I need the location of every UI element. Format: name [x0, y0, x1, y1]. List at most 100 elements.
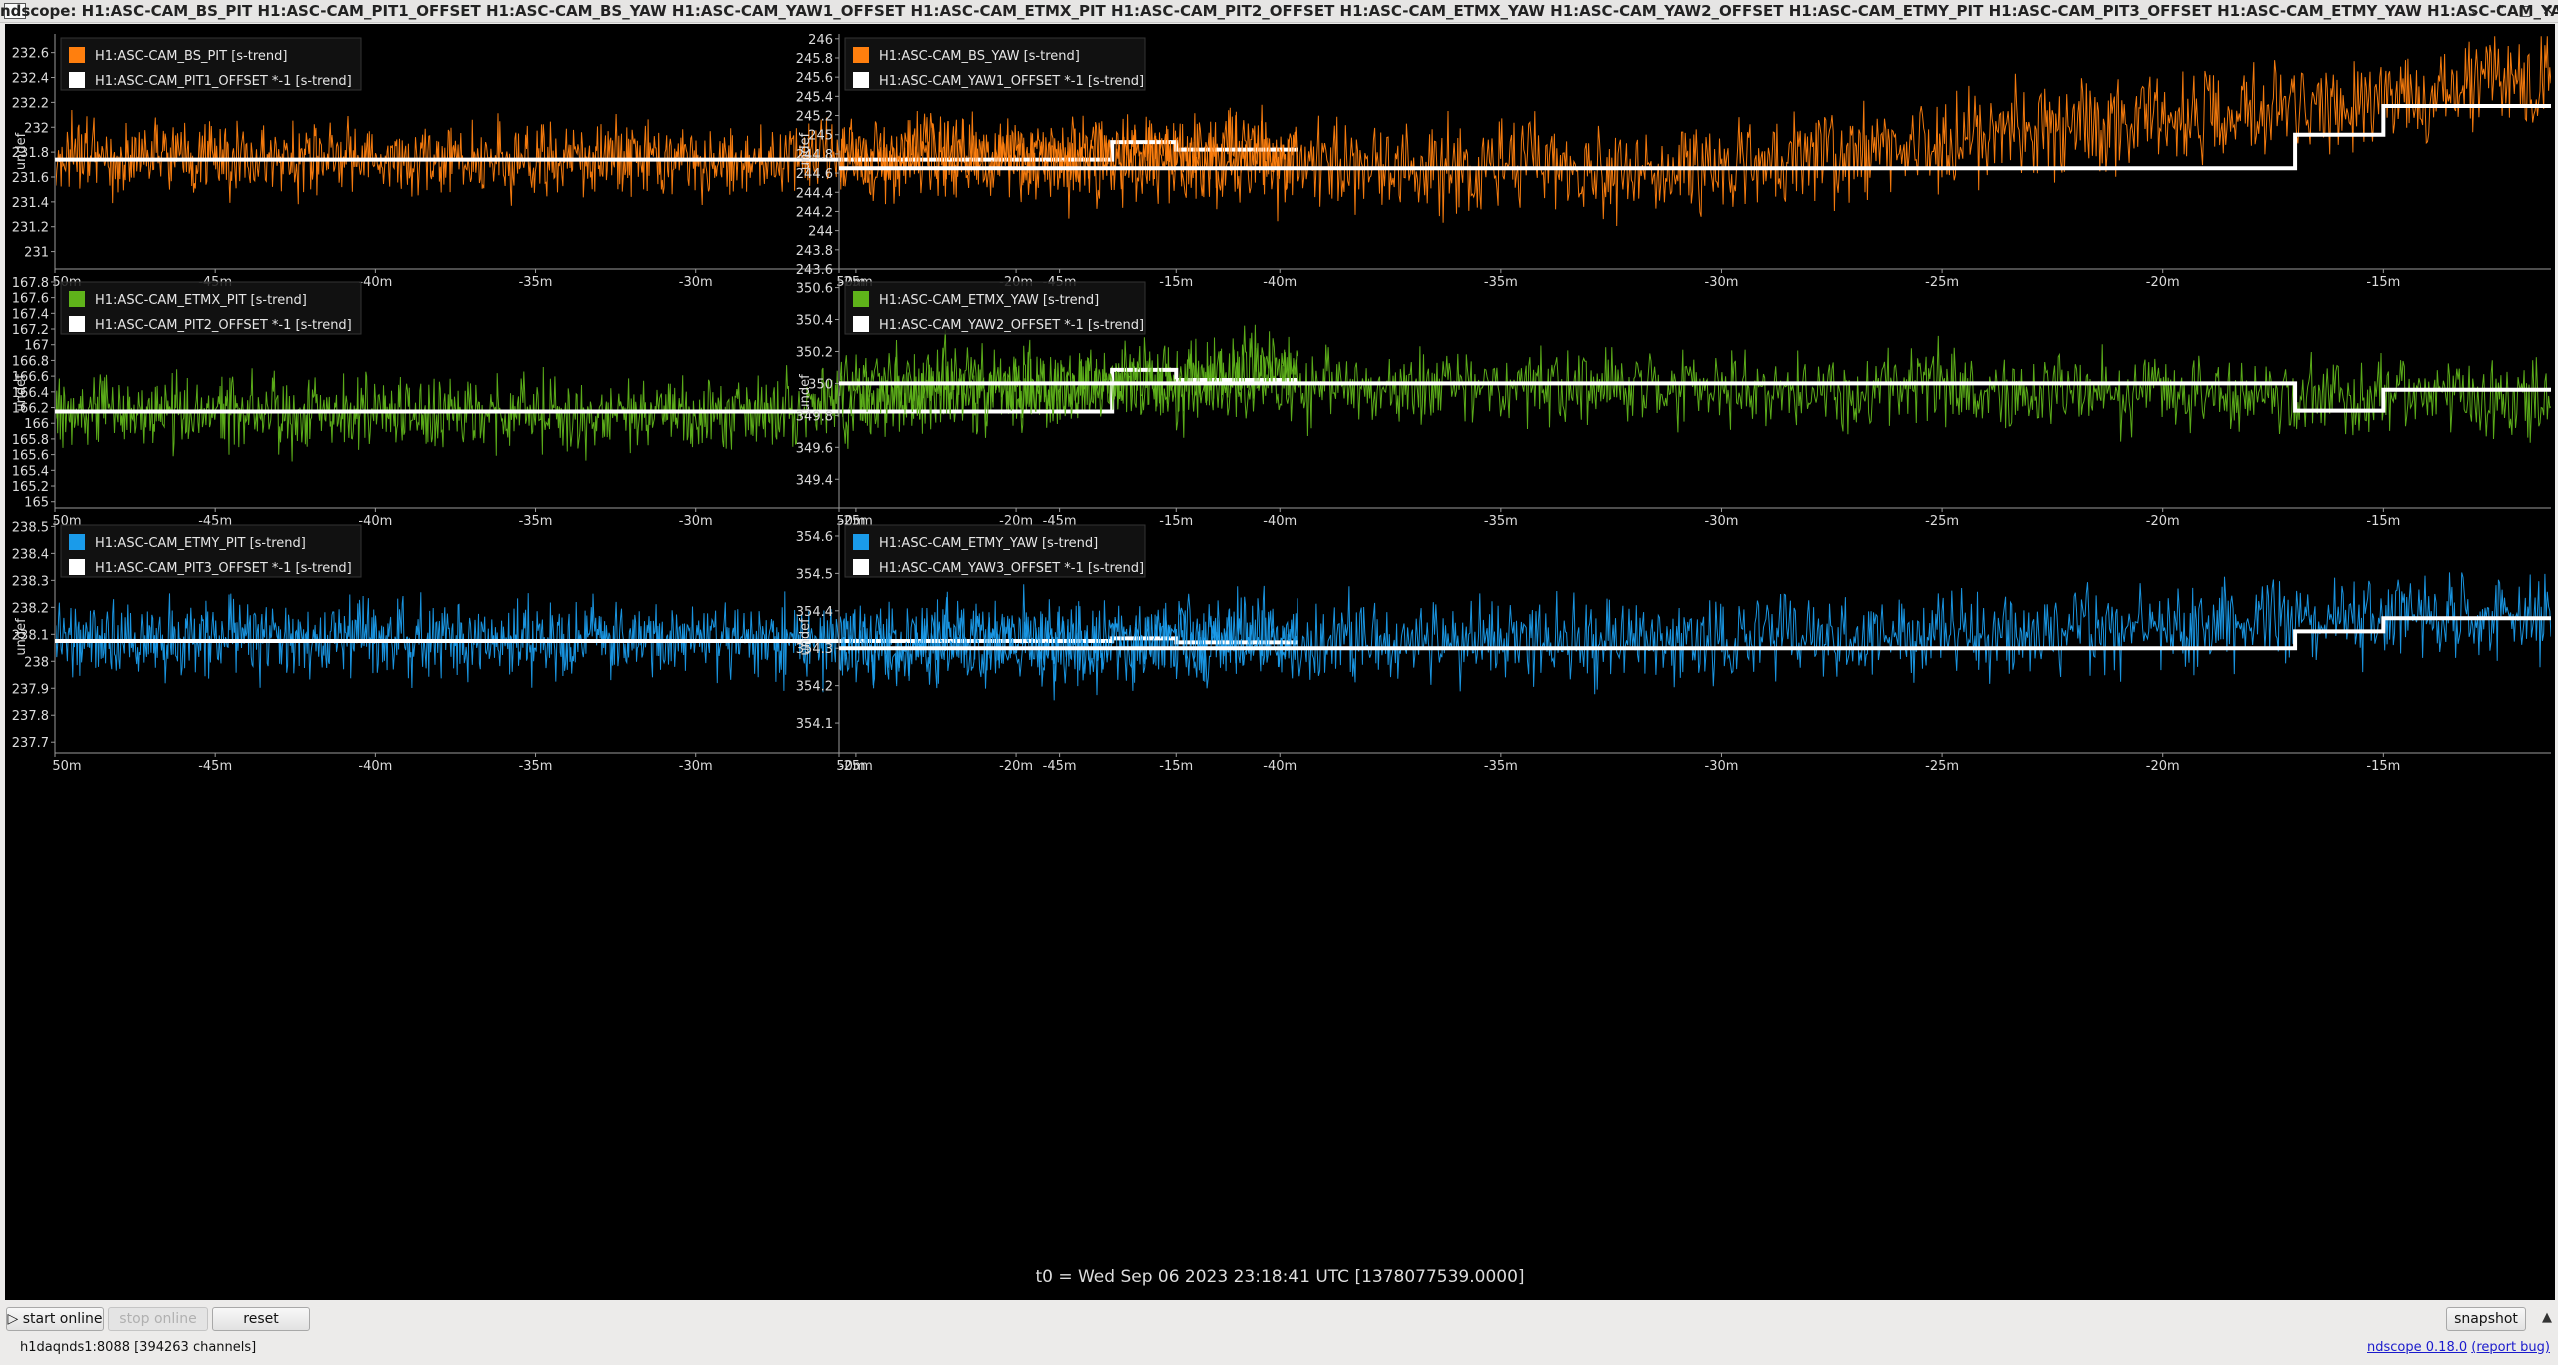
x-tick-label: -40m: [358, 275, 392, 290]
restore-icon[interactable]: □: [2515, 1, 2535, 21]
x-tick-label: -40m: [1263, 275, 1297, 290]
y-tick-label: 245.8: [796, 52, 833, 67]
y-axis-label: undef: [14, 132, 29, 170]
y-tick-label: 354.2: [796, 680, 833, 695]
y-tick-label: 166.8: [12, 354, 49, 369]
x-tick-label: -35m: [1484, 759, 1518, 774]
x-tick-label: -15m: [1159, 759, 1193, 774]
snapshot-button[interactable]: snapshot: [2446, 1307, 2526, 1331]
y-axis-label: undef: [798, 132, 813, 170]
y-tick-label: 244.4: [796, 186, 833, 201]
y-tick-label: 244.2: [796, 205, 833, 220]
legend-swatch: [853, 559, 869, 575]
x-tick-label: -35m: [519, 759, 553, 774]
x-tick-label: -20m: [2146, 514, 2180, 529]
x-tick-label: -30m: [1705, 514, 1739, 529]
x-tick-label: 50m: [836, 759, 865, 774]
y-tick-label: 244: [808, 225, 833, 240]
x-tick-label: -35m: [519, 514, 553, 529]
start-online-label: start online: [22, 1311, 103, 1327]
legend: H1:ASC-CAM_ETMY_PIT [s-trend] H1:ASC-CAM_…: [60, 524, 362, 578]
y-axis-label: undef: [14, 374, 29, 412]
y-tick-label: 245.2: [796, 110, 833, 125]
legend: H1:ASC-CAM_ETMX_YAW [s-trend] H1:ASC-CAM_…: [844, 281, 1146, 335]
legend-label: H1:ASC-CAM_ETMY_PIT [s-trend]: [95, 536, 306, 551]
legend: H1:ASC-CAM_BS_YAW [s-trend] H1:ASC-CAM_YA…: [844, 37, 1146, 91]
stop-online-label: stop online: [119, 1311, 197, 1327]
x-tick-label: -25m: [1925, 514, 1959, 529]
x-tick-label: -35m: [519, 275, 553, 290]
y-tick-label: 243.6: [796, 263, 833, 278]
version-links[interactable]: ndscope 0.18.0 (report bug): [2367, 1340, 2550, 1355]
y-tick-label: 237.9: [12, 682, 49, 697]
x-tick-label: -30m: [679, 514, 713, 529]
collapse-arrow-icon[interactable]: ▲: [2542, 1310, 2552, 1325]
y-tick-label: 232.4: [12, 72, 49, 87]
minimize-icon[interactable]: ⌄: [2465, 1, 2485, 21]
legend-label: H1:ASC-CAM_BS_PIT [s-trend]: [95, 49, 287, 64]
legend: H1:ASC-CAM_ETMY_YAW [s-trend] H1:ASC-CAM_…: [844, 524, 1146, 578]
y-tick-label: 350.4: [796, 314, 833, 329]
legend-label: H1:ASC-CAM_YAW2_OFFSET *-1 [s-trend]: [879, 318, 1144, 333]
x-tick-label: -15m: [2366, 759, 2400, 774]
x-tick-label: -20m: [999, 759, 1033, 774]
y-tick-label: 350.2: [796, 345, 833, 360]
x-tick-label: -15m: [2366, 275, 2400, 290]
reset-button[interactable]: reset: [212, 1307, 310, 1331]
close-icon[interactable]: ✕: [2538, 1, 2558, 21]
y-axis-label: undef: [14, 618, 29, 656]
legend-swatch: [69, 316, 85, 332]
y-tick-label: 165.4: [12, 464, 49, 479]
x-tick-label: -45m: [198, 759, 232, 774]
y-tick-label: 231.6: [12, 171, 49, 186]
y-tick-label: 166: [24, 417, 49, 432]
legend-swatch: [853, 534, 869, 550]
legend-swatch: [69, 47, 85, 63]
legend: H1:ASC-CAM_BS_PIT [s-trend] H1:ASC-CAM_PI…: [60, 37, 362, 91]
x-tick-label: -25m: [1925, 275, 1959, 290]
y-tick-label: 238.5: [12, 520, 49, 535]
legend-label: H1:ASC-CAM_PIT2_OFFSET *-1 [s-trend]: [95, 318, 352, 333]
y-tick-label: 232.6: [12, 47, 49, 62]
report-bug-link[interactable]: (report bug): [2471, 1340, 2550, 1355]
legend-swatch: [69, 559, 85, 575]
y-tick-label: 350.6: [796, 282, 833, 297]
y-tick-label: 349.4: [796, 473, 833, 488]
window-title: ndscope: H1:ASC-CAM_BS_PIT H1:ASC-CAM_PI…: [0, 2, 2558, 20]
y-tick-label: 167.2: [12, 323, 49, 338]
legend-label: H1:ASC-CAM_PIT3_OFFSET *-1 [s-trend]: [95, 561, 352, 576]
y-tick-label: 167.6: [12, 292, 49, 307]
y-tick-label: 354.6: [796, 530, 833, 545]
control-bar: [0, 1300, 2558, 1365]
legend-label: H1:ASC-CAM_ETMX_YAW [s-trend]: [879, 293, 1099, 308]
legend-swatch: [853, 72, 869, 88]
x-tick-label: -40m: [358, 514, 392, 529]
plot-grid[interactable]: 232.6232.4232.2232231.8231.6231.4231.223…: [5, 24, 2555, 1300]
x-tick-label: -30m: [1705, 759, 1739, 774]
y-tick-label: 354.1: [796, 717, 833, 732]
maximize-icon[interactable]: ⌃: [2490, 1, 2510, 21]
y-tick-label: 231.4: [12, 196, 49, 211]
version-link[interactable]: ndscope 0.18.0: [2367, 1340, 2467, 1355]
y-tick-label: 354.5: [796, 567, 833, 582]
y-tick-label: 354.4: [796, 605, 833, 620]
y-tick-label: 165.8: [12, 433, 49, 448]
y-axis-label: undef: [798, 618, 813, 656]
y-tick-label: 238.3: [12, 574, 49, 589]
legend-swatch: [853, 291, 869, 307]
start-online-button[interactable]: ▷ start online: [6, 1307, 104, 1331]
title-bar: ndscope: H1:ASC-CAM_BS_PIT H1:ASC-CAM_PI…: [0, 0, 2558, 23]
y-tick-label: 243.8: [796, 244, 833, 259]
y-tick-label: 349.6: [796, 441, 833, 456]
x-tick-label: -40m: [1263, 514, 1297, 529]
x-tick-label: -15m: [1159, 514, 1193, 529]
x-tick-label: -35m: [1484, 514, 1518, 529]
x-tick-label: -15m: [2366, 514, 2400, 529]
y-tick-label: 237.7: [12, 736, 49, 751]
y-tick-label: 167.4: [12, 307, 49, 322]
x-tick-label: -30m: [679, 759, 713, 774]
server-status: h1daqnds1:8088 [394263 channels]: [20, 1340, 257, 1355]
legend-swatch: [69, 534, 85, 550]
x-tick-label: -40m: [1263, 759, 1297, 774]
legend-swatch: [853, 47, 869, 63]
